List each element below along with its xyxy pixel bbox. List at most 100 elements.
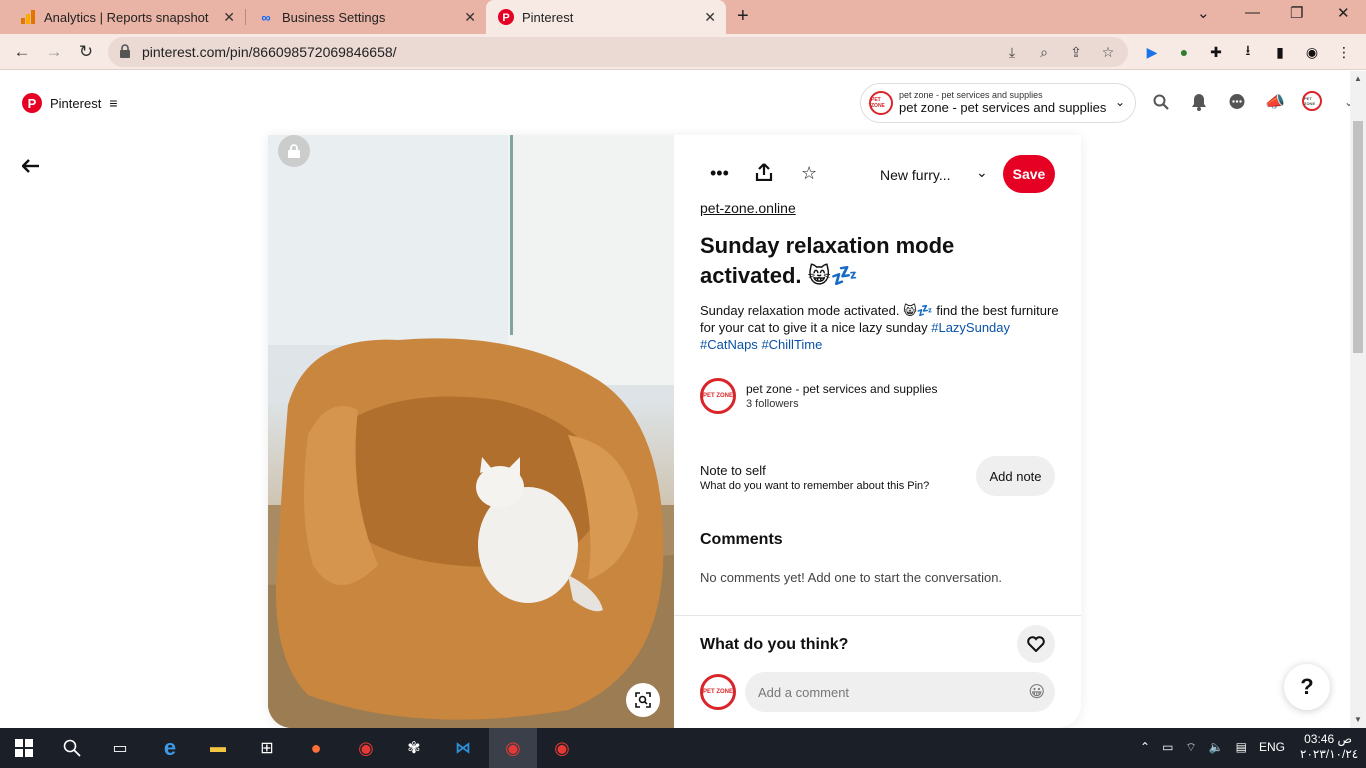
emoji-picker-icon[interactable]: 😀: [1028, 682, 1045, 702]
save-button[interactable]: Save: [1003, 155, 1055, 193]
chevron-down-icon[interactable]: ⌄: [976, 164, 988, 181]
tab-pinterest[interactable]: P Pinterest ✕: [486, 0, 726, 34]
install-app-icon[interactable]: ⤓: [1002, 42, 1022, 62]
back-arrow-icon[interactable]: [21, 156, 40, 179]
forward-button[interactable]: →: [42, 40, 66, 64]
hashtag-link[interactable]: #ChillTime: [761, 337, 822, 352]
close-tab-icon[interactable]: ✕: [223, 9, 235, 26]
task-view-icon[interactable]: ▭: [108, 736, 132, 760]
show-hidden-icons-icon[interactable]: ⌃: [1140, 740, 1150, 755]
pin-image[interactable]: [268, 135, 674, 728]
chrome-active-icon[interactable]: ◉: [501, 736, 525, 760]
help-button[interactable]: ?: [1284, 664, 1330, 710]
side-panel-icon[interactable]: ▮: [1268, 40, 1292, 64]
volume-icon[interactable]: 🔈: [1209, 740, 1224, 755]
hashtag-link[interactable]: #LazySunday: [931, 320, 1010, 335]
notifications-icon[interactable]: ▤: [1236, 740, 1247, 755]
reload-button[interactable]: ↻: [74, 40, 98, 64]
creator-name[interactable]: pet zone - pet services and supplies: [746, 382, 937, 396]
menu-icon[interactable]: ≡: [109, 95, 117, 111]
messages-icon[interactable]: [1226, 91, 1248, 113]
visual-search-icon[interactable]: [626, 683, 660, 717]
pinterest-icon: P: [22, 93, 42, 113]
language-indicator[interactable]: ENG: [1259, 740, 1285, 755]
windows-taskbar: ▭ e ▬ ⊞ ● ◉ ✾ ⋈ ◉ ◉ ⌃ ▭ ⌔ 🔈 ▤ ENG 03:46 …: [0, 728, 1366, 768]
chrome-menu-icon[interactable]: ⋮: [1332, 40, 1356, 64]
logo-text: Pinterest: [50, 95, 102, 111]
close-window-button[interactable]: ✕: [1337, 4, 1350, 22]
analytics-icon: [20, 9, 36, 25]
cat-on-beanbag-photo: [268, 135, 674, 728]
comment-input[interactable]: Add a comment 😀: [745, 672, 1055, 712]
close-tab-icon[interactable]: ✕: [464, 9, 476, 26]
svg-text:P: P: [502, 12, 509, 24]
creator-info[interactable]: PET ZONE pet zone - pet services and sup…: [700, 378, 937, 414]
address-bar[interactable]: pinterest.com/pin/866098572069846658/ ⤓ …: [108, 37, 1128, 67]
account-switcher[interactable]: PET ZONE pet zone - pet services and sup…: [860, 83, 1136, 123]
note-subtitle: What do you want to remember about this …: [700, 480, 930, 492]
pinterest-logo[interactable]: P Pinterest ≡: [22, 93, 117, 113]
lock-icon: [120, 44, 130, 61]
battery-icon[interactable]: ▭: [1162, 740, 1173, 755]
share-icon[interactable]: [755, 163, 773, 186]
zoom-icon[interactable]: ⌕: [1034, 42, 1054, 62]
file-explorer-icon[interactable]: ▬: [206, 736, 230, 760]
vscode-icon[interactable]: ⋈: [451, 736, 475, 760]
notifications-bell-icon[interactable]: [1188, 91, 1210, 113]
chrome-profile-icon[interactable]: ◉: [550, 736, 574, 760]
updates-megaphone-icon[interactable]: 📣: [1264, 91, 1286, 113]
account-avatar: PET ZONE: [869, 91, 893, 115]
page-scrollbar[interactable]: ▲ ▼: [1350, 71, 1366, 728]
close-tab-icon[interactable]: ✕: [704, 9, 716, 26]
extension-globe-icon[interactable]: ●: [1172, 40, 1196, 64]
profile-avatar[interactable]: PET ZONE: [1302, 91, 1322, 111]
edge-browser-icon[interactable]: e: [158, 735, 182, 760]
search-icon[interactable]: [60, 736, 84, 760]
favorite-star-icon[interactable]: ☆: [801, 163, 817, 184]
browser-tab-strip: Analytics | Reports snapshot ✕ ∞ Busines…: [0, 0, 1366, 34]
add-note-button[interactable]: Add note: [976, 456, 1055, 496]
store-icon[interactable]: ⊞: [255, 736, 279, 760]
note-title: Note to self: [700, 463, 766, 478]
extension-play-icon[interactable]: ▶: [1140, 40, 1164, 64]
pin-title: Sunday relaxation mode activated. 😸💤: [700, 233, 955, 288]
downloads-icon[interactable]: ⭳: [1236, 40, 1260, 64]
source-link[interactable]: pet-zone.online: [700, 200, 796, 216]
profile-avatar-icon[interactable]: ◉: [1300, 40, 1324, 64]
feedback-heading: What do you think?: [700, 636, 849, 653]
wifi-icon[interactable]: ⌔: [1185, 740, 1196, 755]
back-button[interactable]: ←: [10, 40, 34, 64]
new-tab-button[interactable]: +: [737, 5, 749, 28]
board-select[interactable]: New furry...: [880, 167, 951, 183]
comments-heading[interactable]: Comments: [700, 531, 783, 549]
scrollbar-thumb[interactable]: [1353, 121, 1363, 353]
pin-description: Sunday relaxation mode activated. 😸💤 fin…: [700, 302, 1060, 353]
react-heart-icon[interactable]: [1017, 625, 1055, 663]
browser-toolbar: ← → ↻ pinterest.com/pin/8660985720698466…: [0, 34, 1366, 70]
scroll-up-arrow-icon[interactable]: ▲: [1354, 74, 1362, 83]
creator-avatar[interactable]: PET ZONE: [700, 378, 736, 414]
account-name: pet zone - pet services and supplies: [899, 99, 1107, 115]
app-icon[interactable]: ✾: [402, 736, 426, 760]
url-text: pinterest.com/pin/866098572069846658/: [142, 44, 397, 60]
system-tray: ⌃ ▭ ⌔ 🔈 ▤ ENG: [1140, 740, 1285, 755]
tab-analytics[interactable]: Analytics | Reports snapshot ✕: [0, 0, 245, 34]
firefox-icon[interactable]: ●: [304, 736, 328, 760]
start-windows-icon[interactable]: [12, 736, 36, 760]
search-icon[interactable]: [1150, 91, 1172, 113]
clock[interactable]: 03:46 ص ٢٠٢٣/١٠/٢٤: [1300, 732, 1359, 762]
share-icon[interactable]: ⇪: [1066, 42, 1086, 62]
hashtag-link[interactable]: #CatNaps: [700, 337, 758, 352]
scroll-down-arrow-icon[interactable]: ▼: [1354, 715, 1362, 724]
chrome-icon[interactable]: ◉: [354, 736, 378, 760]
user-avatar: PET ZONE: [700, 674, 736, 710]
extensions-puzzle-icon[interactable]: ✚: [1204, 40, 1228, 64]
date: ٢٠٢٣/١٠/٢٤: [1300, 747, 1359, 761]
bookmark-star-icon[interactable]: ☆: [1098, 42, 1118, 62]
restore-button[interactable]: ❐: [1290, 4, 1303, 22]
minimize-button[interactable]: —: [1245, 4, 1260, 21]
chevron-down-icon: ⌄: [1114, 95, 1125, 109]
tab-search-icon[interactable]: ⌄: [1197, 4, 1210, 22]
more-options-icon[interactable]: •••: [710, 163, 729, 184]
tab-business-settings[interactable]: ∞ Business Settings ✕: [238, 0, 486, 34]
